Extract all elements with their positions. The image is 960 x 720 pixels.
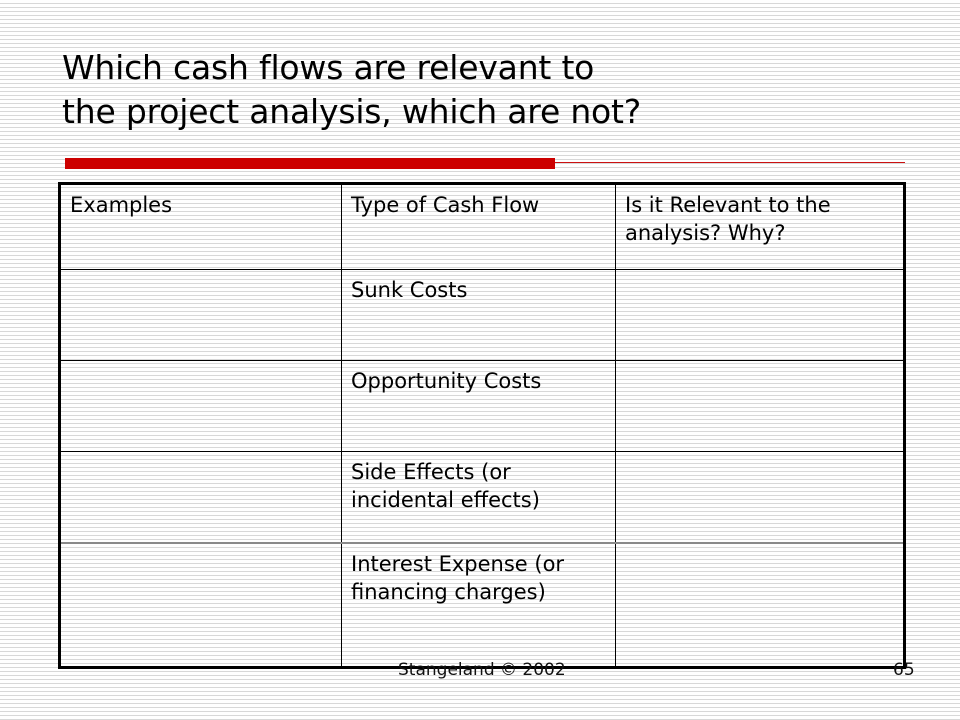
cell-relevant-4 bbox=[615, 542, 906, 669]
slide-canvas: Which cash flows are relevant to the pro… bbox=[0, 0, 960, 720]
cell-relevant-1 bbox=[615, 269, 906, 361]
cell-examples-4 bbox=[58, 542, 342, 669]
cell-examples-1 bbox=[58, 269, 342, 361]
page-title-line-2: the project analysis, which are not? bbox=[62, 92, 642, 131]
table-header-examples: Examples bbox=[58, 182, 342, 270]
page-title-line-1: Which cash flows are relevant to bbox=[62, 48, 595, 87]
table-header-row: Examples Type of Cash Flow Is it Relevan… bbox=[58, 182, 906, 270]
footer-credit: Stangeland © 2002 bbox=[398, 660, 566, 680]
cell-type-of-cash-flow-3: Side Effects (or incidental effects) bbox=[341, 451, 616, 544]
red-accent-rule bbox=[555, 162, 905, 163]
table-row: Opportunity Costs bbox=[58, 360, 906, 452]
table-header-type-of-cash-flow: Type of Cash Flow bbox=[341, 182, 616, 270]
red-accent-bar bbox=[65, 158, 555, 169]
cell-type-of-cash-flow-2: Opportunity Costs bbox=[341, 360, 616, 452]
cell-type-of-cash-flow-1: Sunk Costs bbox=[341, 269, 616, 361]
table-row: Sunk Costs bbox=[58, 269, 906, 361]
table-row: Side Effects (or incidental effects) bbox=[58, 451, 906, 544]
table-header-is-it-relevant: Is it Relevant to the analysis? Why? bbox=[615, 182, 906, 270]
cell-relevant-3 bbox=[615, 451, 906, 544]
footer-page-number: 65 bbox=[893, 660, 915, 680]
cell-examples-3 bbox=[58, 451, 342, 544]
page-title: Which cash flows are relevant to the pro… bbox=[62, 46, 922, 134]
cell-examples-2 bbox=[58, 360, 342, 452]
cell-type-of-cash-flow-4: Interest Expense (or financing charges) bbox=[341, 542, 616, 669]
cash-flow-relevance-table: Examples Type of Cash Flow Is it Relevan… bbox=[58, 182, 906, 669]
table-row: Interest Expense (or financing charges) bbox=[58, 542, 906, 669]
cell-relevant-2 bbox=[615, 360, 906, 452]
